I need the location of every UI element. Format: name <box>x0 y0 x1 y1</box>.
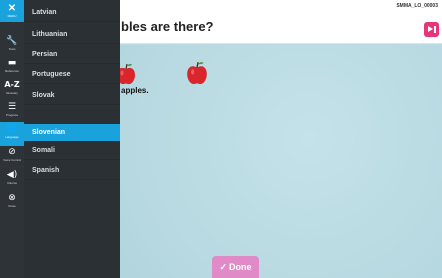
wrench-icon: 🔧 <box>6 36 18 46</box>
lo-code-label: SMMA_LO_00003 <box>396 3 438 9</box>
language-option-latvian[interactable]: Latvian <box>24 4 120 22</box>
rail-item-label: Language <box>5 135 19 139</box>
globe-icon: 🌐 <box>6 124 18 134</box>
language-option-portuguese[interactable]: Portuguese <box>24 66 120 84</box>
rail-item-volume[interactable]: ◀) Volume <box>0 168 24 192</box>
close-icon: ✕ <box>7 3 17 14</box>
rail-item-label: Reference <box>5 69 19 73</box>
answer-text: apples. <box>121 86 149 95</box>
folder-icon: ▬ <box>7 58 17 68</box>
audio-bar-icon <box>434 26 436 33</box>
rail-item-label: Tools <box>8 47 16 51</box>
rail-item-voice-control[interactable]: ⊘ Voice Control <box>0 145 24 169</box>
language-option-persian[interactable]: Persian <box>24 46 120 64</box>
rail-item-glossary[interactable]: A-Z Glossary <box>0 78 24 102</box>
rail-item-label: Close <box>8 204 16 208</box>
audio-play-button[interactable] <box>424 22 439 37</box>
list-icon: ☰ <box>7 102 17 112</box>
speaker-icon: ◀) <box>6 170 18 180</box>
play-icon <box>428 26 433 32</box>
rail-item-label: Glossary <box>6 91 18 95</box>
language-option-lithuanian[interactable]: Lithuanian <box>24 26 120 44</box>
language-option-spanish[interactable]: Spanish <box>24 162 120 180</box>
language-panel: Latvian Lithuanian Persian Portuguese Sl… <box>24 0 120 278</box>
tool-rail: ✕ MENU 🔧 Tools ▬ Reference A-Z Glossary … <box>0 0 24 278</box>
check-icon: ✓ <box>219 261 228 272</box>
rail-item-close[interactable]: ⊗ Close <box>0 191 24 215</box>
done-button-label: Done <box>229 262 252 272</box>
menu-close-button[interactable]: ✕ MENU <box>0 0 24 22</box>
done-button[interactable]: ✓ Done <box>212 256 259 278</box>
rail-item-language[interactable]: 🌐 Language <box>0 122 24 146</box>
rail-item-label: Volume <box>6 181 17 185</box>
rail-item-reference[interactable]: ▬ Reference <box>0 56 24 80</box>
voice-icon: ⊘ <box>8 147 16 157</box>
rail-item-progress[interactable]: ☰ Progress <box>0 100 24 124</box>
menu-label: MENU <box>7 14 17 18</box>
language-option-somali[interactable]: Somali <box>24 142 120 160</box>
close-circle-icon: ⊗ <box>8 193 16 203</box>
rail-item-label: Voice Control <box>3 158 21 162</box>
language-option-slovenian[interactable]: Slovenian <box>24 124 120 142</box>
a-z-icon: A-Z <box>4 80 20 89</box>
rail-item-tools[interactable]: 🔧 Tools <box>0 34 24 58</box>
apple-icon <box>187 61 207 85</box>
language-option-slovak[interactable]: Slovak <box>24 87 120 105</box>
rail-item-label: Progress <box>5 113 18 117</box>
question-text: bles are there? <box>121 19 214 34</box>
